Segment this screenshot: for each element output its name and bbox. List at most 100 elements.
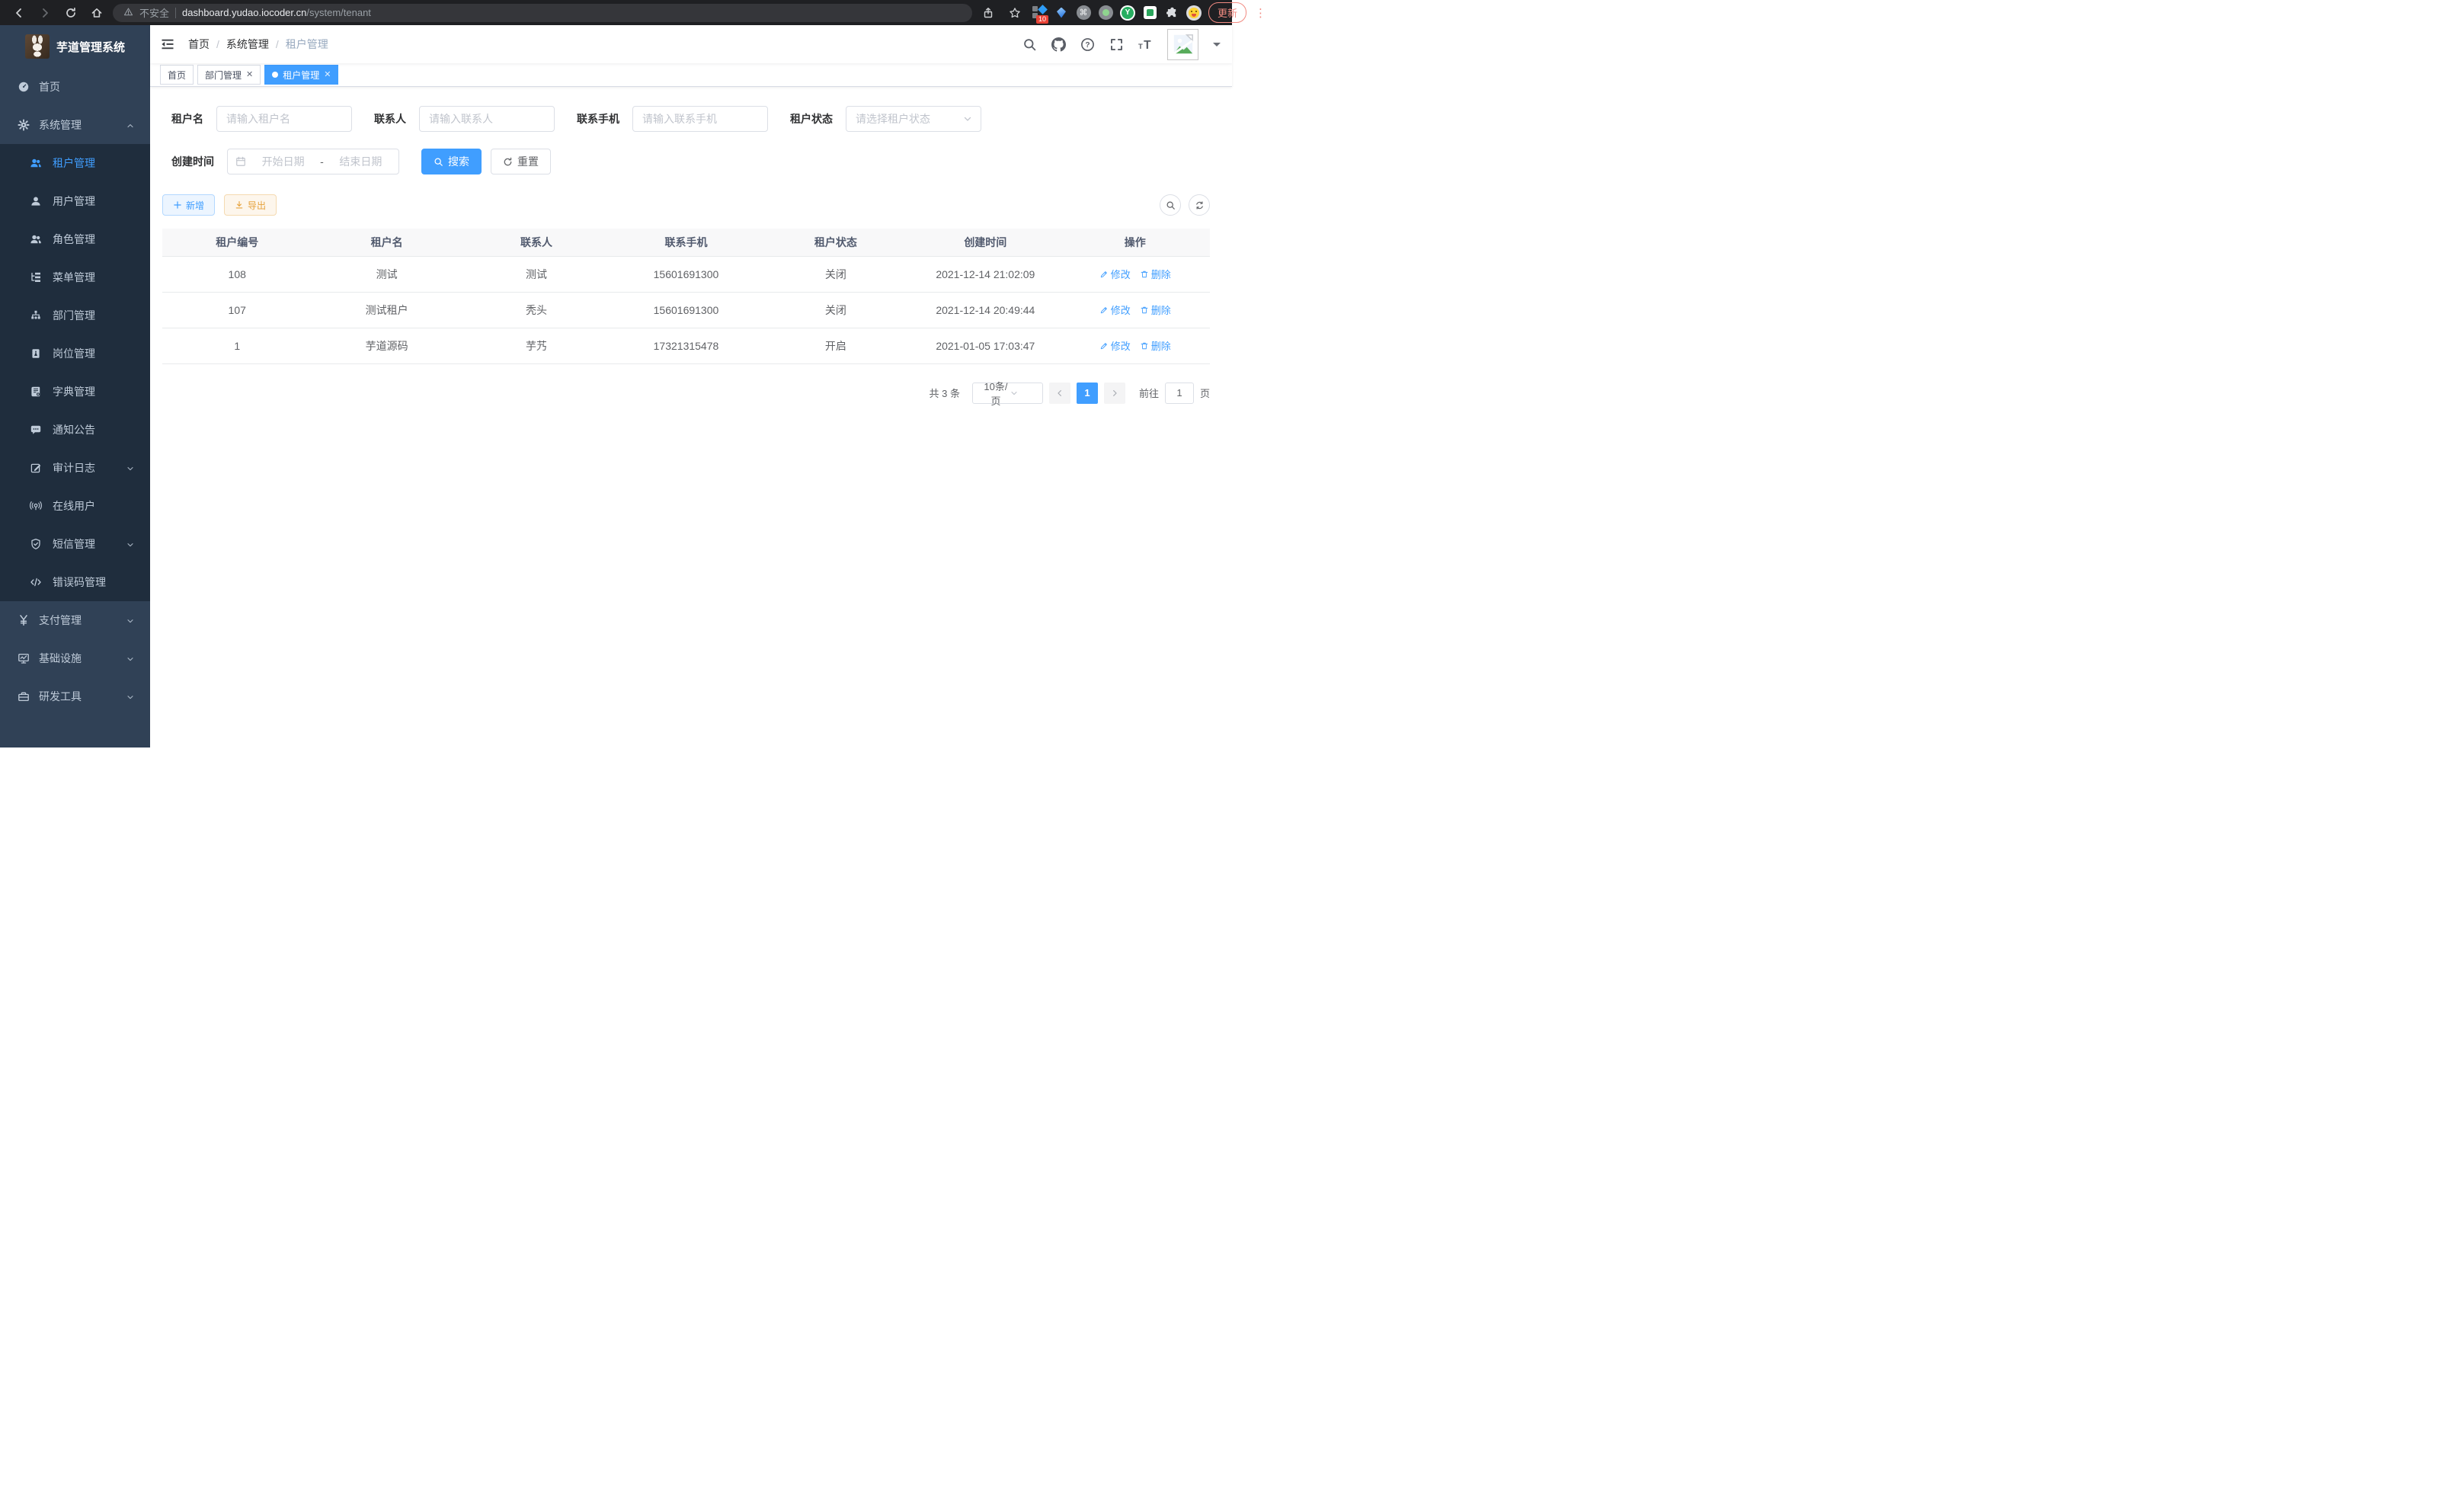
page-size-select[interactable]: 10条/页 [972,383,1043,404]
sidebar-item-error-code[interactable]: 错误码管理 [0,563,150,601]
edit-icon [30,462,42,474]
edit-link[interactable]: 修改 [1099,338,1131,353]
forward-icon[interactable] [35,3,55,23]
toggle-search-icon[interactable] [1160,194,1181,216]
tenant-name-input[interactable] [216,106,352,132]
chrome-menu-icon[interactable]: ⋮ [1253,6,1268,20]
help-icon[interactable]: ? [1080,37,1095,52]
page-suffix: 页 [1200,386,1210,400]
users-icon [30,233,42,245]
prev-page-button[interactable] [1049,383,1070,404]
breadcrumb-system[interactable]: 系统管理 [226,37,269,52]
sidebar-item-dict[interactable]: 字典管理 [0,373,150,411]
sidebar-item-menu[interactable]: 菜单管理 [0,258,150,296]
goto-page-input[interactable] [1165,383,1194,404]
sidebar-item-dept[interactable]: 部门管理 [0,296,150,335]
cell-status: 开启 [761,328,910,363]
edit-link[interactable]: 修改 [1099,303,1131,317]
breadcrumb-home[interactable]: 首页 [188,37,210,52]
add-button[interactable]: 新增 [162,194,215,216]
tab-租户管理[interactable]: 租户管理✕ [264,65,338,85]
search-button-icon [434,157,443,167]
contact-input[interactable] [419,106,555,132]
cell-contact: 测试 [462,256,611,292]
create-time-label: 创建时间 [171,154,214,169]
search-form: 租户名 联系人 联系手机 租户状态 请选择租户状态 [171,106,1210,191]
status-placeholder: 请选择租户状态 [856,111,962,126]
delete-link[interactable]: 删除 [1140,303,1171,317]
reload-icon[interactable] [61,3,81,23]
sidebar-item-home[interactable]: 首页 [0,68,150,106]
sidebar-item-system[interactable]: 系统管理 [0,106,150,144]
page-number-1[interactable]: 1 [1077,383,1098,404]
extension-record-icon[interactable] [1098,5,1113,21]
profile-emoji-icon[interactable] [1186,5,1202,21]
extension-command-icon[interactable]: ⌘ [1076,5,1091,21]
home-icon[interactable] [87,3,107,23]
sidebar-item-pay[interactable]: 支付管理 [0,601,150,639]
filter-actions: 搜索 重置 [421,149,551,174]
address-bar[interactable]: 不安全 dashboard.yudao.iocoder.cn/system/te… [113,4,972,22]
filter-create-time: 创建时间 开始日期 - 结束日期 [171,149,399,174]
avatar-caret-icon[interactable] [1213,43,1221,50]
font-size-icon[interactable]: TT [1138,37,1153,52]
sidebar-item-dev-tool[interactable]: 研发工具 [0,677,150,715]
tab-首页[interactable]: 首页 [160,65,194,85]
svg-text:?: ? [1085,41,1090,50]
sidebar-item-user[interactable]: 用户管理 [0,182,150,220]
sidebar-item-infra[interactable]: 基础设施 [0,639,150,677]
bookmark-star-icon[interactable] [1005,3,1025,23]
edit-link[interactable]: 修改 [1099,267,1131,281]
tab-部门管理[interactable]: 部门管理✕ [197,65,261,85]
search-icon[interactable] [1022,37,1037,52]
sidebar-item-tenant[interactable]: 租户管理 [0,144,150,182]
refresh-table-icon[interactable] [1189,194,1210,216]
mobile-input[interactable] [632,106,768,132]
status-select[interactable]: 请选择租户状态 [846,106,981,132]
sidebar-item-sms[interactable]: 短信管理 [0,525,150,563]
cell-mobile: 17321315478 [611,328,760,363]
users-icon [30,157,42,169]
sidebar-item-notice[interactable]: 通知公告 [0,411,150,449]
search-button[interactable]: 搜索 [421,149,482,174]
delete-link[interactable]: 删除 [1140,267,1171,281]
date-separator: - [320,155,324,168]
fullscreen-icon[interactable] [1109,37,1124,52]
tab-close-icon[interactable]: ✕ [246,71,253,79]
extension-tabs-icon[interactable]: 10 [1032,5,1047,21]
column-header: 联系手机 [611,229,760,256]
avatar[interactable] [1167,29,1198,60]
extension-chat-icon[interactable] [1142,5,1157,21]
reset-button[interactable]: 重置 [491,149,551,174]
sidebar-item-audit-log[interactable]: 审计日志 [0,449,150,487]
back-icon[interactable] [9,3,29,23]
sidebar-item-label: 首页 [39,79,60,94]
message-icon [30,424,42,436]
export-button[interactable]: 导出 [224,194,277,216]
next-page-button[interactable] [1104,383,1125,404]
sidebar-fold-icon[interactable] [160,37,175,52]
sidebar-logo[interactable]: 芋道管理系统 [0,25,150,68]
extension-kite-icon[interactable] [1054,5,1069,21]
date-range-picker[interactable]: 开始日期 - 结束日期 [227,149,399,174]
share-icon[interactable] [978,3,998,23]
sidebar-item-label: 角色管理 [53,232,95,247]
delete-link[interactable]: 删除 [1140,338,1171,353]
filter-mobile: 联系手机 [577,106,768,132]
cell-created: 2021-01-05 17:03:47 [910,328,1060,363]
tab-close-icon[interactable]: ✕ [324,71,331,79]
sidebar-item-role[interactable]: 角色管理 [0,220,150,258]
sidebar-item-post[interactable]: 岗位管理 [0,335,150,373]
svg-text:T: T [1138,42,1143,50]
chrome-update-button[interactable]: 更新 [1208,2,1246,23]
browser-right-controls: 10 ⌘ Y 更新 ⋮ [978,2,1268,23]
github-icon[interactable] [1051,37,1066,52]
pagination: 共 3 条 10条/页 1 前往 页 [162,383,1210,404]
sidebar-item-label: 字典管理 [53,384,95,399]
sidebar-item-online-user[interactable]: 在线用户 [0,487,150,525]
ext-square [1032,6,1038,11]
extension-y-icon[interactable]: Y [1120,5,1135,21]
column-header: 租户编号 [162,229,312,256]
extensions-puzzle-icon[interactable] [1164,5,1179,21]
chevron-down-icon [126,463,135,472]
